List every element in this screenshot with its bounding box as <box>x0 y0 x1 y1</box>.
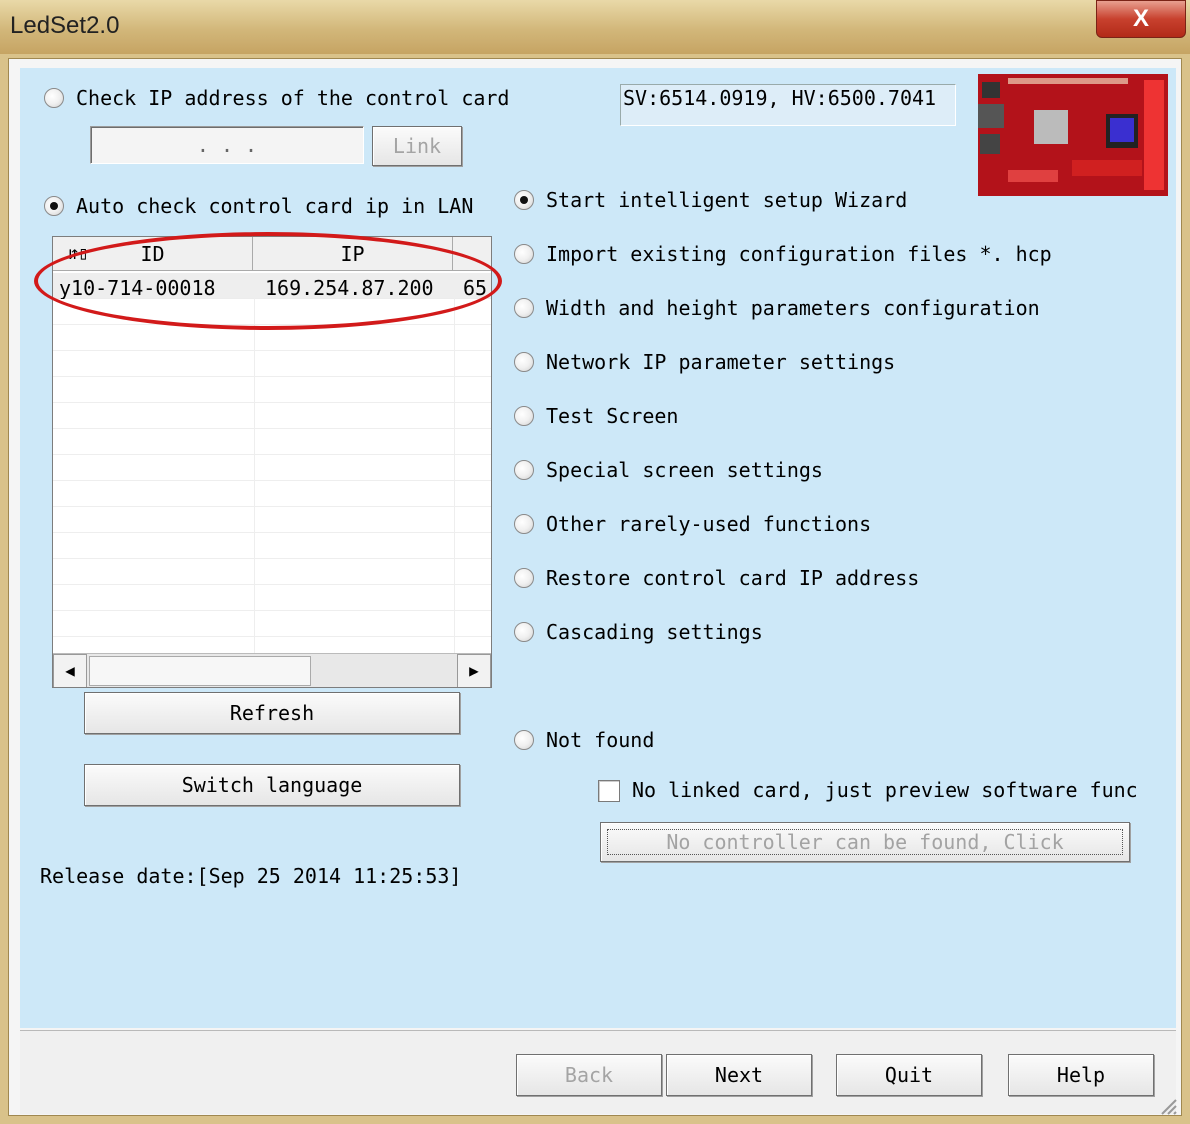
column-divider <box>254 273 255 653</box>
option-restore-ip: Restore control card IP address <box>546 566 920 590</box>
option-radio-network-ip[interactable] <box>514 352 534 372</box>
focus-rect <box>607 829 1123 855</box>
option-radio-import[interactable] <box>514 244 534 264</box>
back-button[interactable]: Back <box>516 1054 662 1096</box>
version-field: SV:6514.0919, HV:6500.7041 <box>620 84 956 126</box>
option-wizard: Start intelligent setup Wizard <box>546 188 908 212</box>
horizontal-scrollbar[interactable]: ◀ ▶ <box>53 653 491 687</box>
option-radio-special-screen[interactable] <box>514 460 534 480</box>
auto-check-label: Auto check control card ip in LAN <box>76 194 474 218</box>
check-ip-radio[interactable] <box>44 88 64 108</box>
release-date: Release date:[Sep 25 2014 11:25:53] <box>40 864 462 888</box>
title-bar <box>0 0 1190 54</box>
option-test-screen: Test Screen <box>546 404 679 428</box>
scroll-right-icon[interactable]: ▶ <box>457 654 491 687</box>
annotation-ellipse <box>34 232 502 330</box>
option-other-functions: Other rarely-used functions <box>546 512 872 536</box>
column-divider <box>454 273 455 653</box>
option-radio-other-functions[interactable] <box>514 514 534 534</box>
window-title: LedSet2.0 <box>10 12 120 39</box>
option-radio-test-screen[interactable] <box>514 406 534 426</box>
ip-address-input[interactable]: . . . <box>90 126 364 164</box>
option-radio-restore-ip[interactable] <box>514 568 534 588</box>
help-button[interactable]: Help <box>1008 1054 1154 1096</box>
option-special-screen: Special screen settings <box>546 458 823 482</box>
quit-button[interactable]: Quit <box>836 1054 982 1096</box>
scroll-thumb[interactable] <box>89 656 311 686</box>
auto-check-radio[interactable] <box>44 196 64 216</box>
control-card-image <box>978 74 1168 196</box>
option-width-height: Width and height parameters configuratio… <box>546 296 1040 320</box>
not-found-label: Not found <box>546 728 655 752</box>
option-cascading: Cascading settings <box>546 620 763 644</box>
next-button[interactable]: Next <box>666 1054 812 1096</box>
resize-grip-icon[interactable] <box>1156 1094 1178 1116</box>
link-button[interactable]: Link <box>372 126 462 166</box>
close-button[interactable]: X <box>1096 0 1186 38</box>
option-radio-cascading[interactable] <box>514 622 534 642</box>
option-import: Import existing configuration files *. h… <box>546 242 1052 266</box>
preview-checkbox-label: No linked card, just preview software fu… <box>632 778 1138 802</box>
option-network-ip: Network IP parameter settings <box>546 350 896 374</box>
not-found-radio[interactable] <box>514 730 534 750</box>
scroll-left-icon[interactable]: ◀ <box>53 654 87 687</box>
check-ip-label: Check IP address of the control card <box>76 86 510 110</box>
option-radio-wizard[interactable] <box>514 190 534 210</box>
switch-language-button[interactable]: Switch language <box>84 764 460 806</box>
preview-checkbox[interactable] <box>598 780 620 802</box>
empty-rows <box>53 299 491 653</box>
option-radio-width-height[interactable] <box>514 298 534 318</box>
refresh-button[interactable]: Refresh <box>84 692 460 734</box>
no-controller-button[interactable]: No controller can be found, Click <box>600 822 1130 862</box>
